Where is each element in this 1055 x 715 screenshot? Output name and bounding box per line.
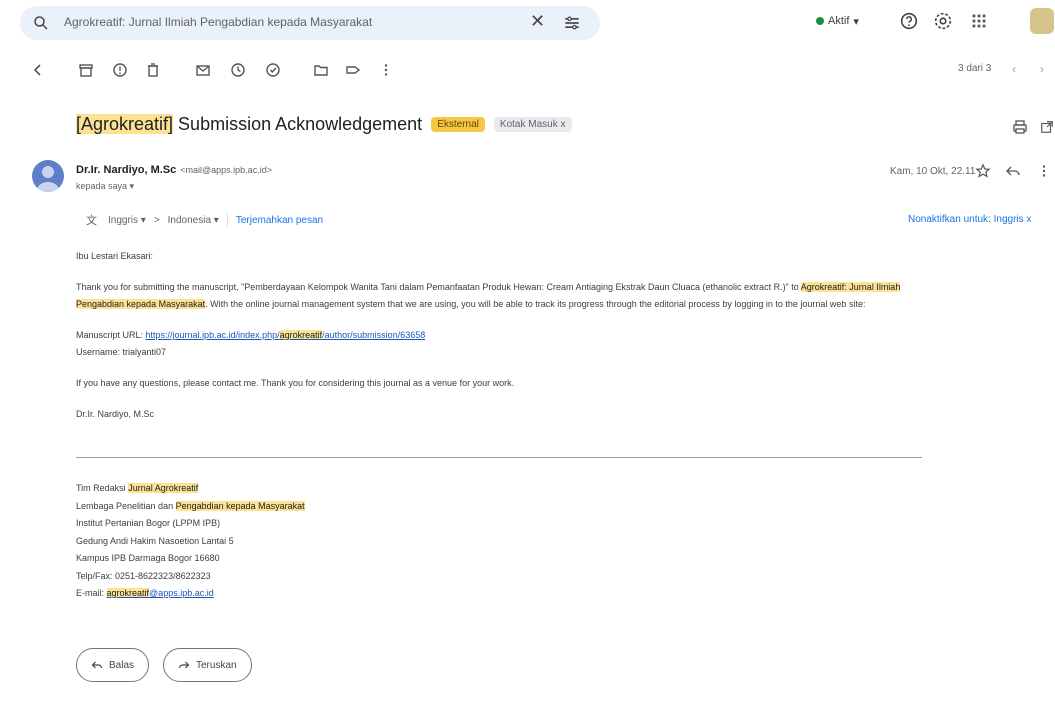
sender-line[interactable]: Dr.Ir. Nardiyo, M.Sc <mail@apps.ipb.ac.id… — [76, 164, 272, 176]
target-language-dropdown[interactable]: Indonesia ▾ — [168, 215, 219, 226]
sent-date: Kam, 10 Okt, 22.11 — [890, 166, 976, 177]
next-message-icon[interactable]: › — [1040, 62, 1044, 76]
add-task-icon[interactable] — [265, 62, 281, 78]
sender-email: <mail@apps.ipb.ac.id> — [180, 165, 272, 175]
apps-grid-icon[interactable] — [968, 10, 990, 32]
email-signature: Tim Redaksi Jurnal Agrokreatif Lembaga P… — [76, 480, 305, 603]
snooze-clock-icon[interactable] — [230, 62, 246, 78]
signoff-name: Dr.Ir. Nardiyo, M.Sc — [76, 409, 155, 419]
forward-button[interactable]: Teruskan — [163, 648, 252, 682]
body-paragraph-1: Thank you for submitting the manuscript,… — [76, 282, 901, 309]
body-paragraph-2: If you have any questions, please contac… — [76, 378, 515, 388]
search-box[interactable]: Agrokreatif: Jurnal Ilmiah Pengabdian ke… — [20, 6, 600, 40]
report-spam-icon[interactable] — [112, 62, 128, 78]
signature-divider — [76, 457, 922, 458]
help-icon[interactable] — [898, 10, 920, 32]
source-language-dropdown[interactable]: Inggris ▾ — [108, 215, 146, 226]
reply-button[interactable]: Balas — [76, 648, 150, 682]
signature-line: Kampus IPB Darmaga Bogor 16680 — [76, 553, 220, 563]
chevron-down-icon: ▾ — [853, 15, 859, 28]
signature-team: Tim Redaksi Jurnal Agrokreatif — [76, 483, 199, 493]
manuscript-url-line: Manuscript URL: https://journal.ipb.ac.i… — [76, 330, 426, 340]
signature-email-link[interactable]: agrokreatif@apps.ipb.ac.id — [106, 588, 214, 598]
label-tag-icon[interactable] — [345, 62, 361, 78]
email-body: Ibu Lestari Ekasari: Thank you for submi… — [76, 248, 1016, 423]
reply-arrow-icon — [91, 661, 103, 669]
svg-text:文: 文 — [86, 213, 97, 227]
pager-count: 3 dari 3 — [958, 63, 992, 74]
signature-line: Institut Pertanian Bogor (LPPM IPB) — [76, 518, 221, 528]
subject-text: Submission Acknowledgement — [173, 114, 423, 134]
reply-button-label: Balas — [109, 659, 135, 671]
top-bar: Agrokreatif: Jurnal Ilmiah Pengabdian ke… — [0, 0, 1055, 48]
move-to-folder-icon[interactable] — [313, 62, 329, 78]
signature-institution: Lembaga Penelitian dan Pengabdian kepada… — [76, 500, 305, 511]
signature-line: Telp/Fax: 0251-8622323/8622323 — [76, 570, 211, 581]
search-options-icon[interactable] — [562, 13, 582, 33]
more-options-icon[interactable] — [378, 62, 394, 78]
disable-translation-link[interactable]: Nonaktifkan untuk: Inggris x — [908, 214, 1031, 225]
status-dot — [816, 17, 824, 25]
sender-avatar[interactable] — [32, 160, 64, 192]
status-label: Aktif — [828, 15, 850, 27]
signature-line: Gedung Andi Hakim Nasoetion Lantai 5 — [76, 535, 234, 546]
message-more-options-icon[interactable] — [1036, 163, 1052, 179]
status-selector[interactable]: Aktif ▾ — [808, 10, 867, 32]
manuscript-url-link[interactable]: https://journal.ipb.ac.id/index.php/agro… — [146, 330, 425, 340]
open-new-window-icon[interactable] — [1040, 119, 1054, 135]
clear-search-icon[interactable]: ✕ — [530, 11, 545, 32]
search-icon[interactable] — [32, 14, 50, 32]
account-avatar[interactable] — [1030, 8, 1054, 34]
settings-gear-icon[interactable] — [932, 10, 954, 32]
mark-unread-icon[interactable] — [195, 62, 211, 78]
signature-email-line: E-mail: agrokreatif@apps.ipb.ac.id — [76, 588, 214, 598]
sender-name[interactable]: Dr.Ir. Nardiyo, M.Sc — [76, 164, 176, 176]
inbox-label-badge[interactable]: Kotak Masuk x — [493, 117, 572, 132]
previous-message-icon[interactable]: ‹ — [1012, 62, 1016, 76]
journal-highlight: Pengabdian kepada Masyarakat — [76, 299, 206, 309]
forward-button-label: Teruskan — [196, 659, 237, 671]
back-arrow-icon[interactable] — [30, 62, 46, 78]
greeting: Ibu Lestari Ekasari: — [76, 251, 154, 261]
translate-arrow: > — [153, 214, 160, 226]
external-label-badge[interactable]: Eksternal — [431, 117, 485, 132]
forward-arrow-icon — [178, 661, 190, 669]
star-icon[interactable] — [975, 163, 991, 179]
translate-separator — [226, 213, 228, 227]
email-subject: [Agrokreatif] Submission Acknowledgement… — [76, 114, 572, 135]
reply-icon[interactable] — [1005, 163, 1021, 179]
translate-bar: 文 Inggris ▾ > Indonesia ▾ Terjemahkan pe… — [86, 210, 323, 230]
person-icon — [37, 166, 59, 192]
translate-icon: 文 — [86, 213, 97, 227]
username-line: Username: trialyanti07 — [76, 347, 167, 357]
translate-message-link[interactable]: Terjemahkan pesan — [236, 215, 323, 226]
subject-journal-tag: [Agrokreatif] — [76, 114, 174, 134]
journal-highlight: Agrokreatif: Jurnal Ilmiah — [800, 282, 901, 292]
message-toolbar — [0, 52, 1055, 88]
delete-trash-icon[interactable] — [145, 62, 161, 78]
archive-icon[interactable] — [78, 62, 94, 78]
recipient-details-toggle[interactable]: kepada saya ▾ — [76, 181, 134, 192]
search-input[interactable]: Agrokreatif: Jurnal Ilmiah Pengabdian ke… — [64, 15, 372, 29]
print-icon[interactable] — [1012, 119, 1028, 135]
